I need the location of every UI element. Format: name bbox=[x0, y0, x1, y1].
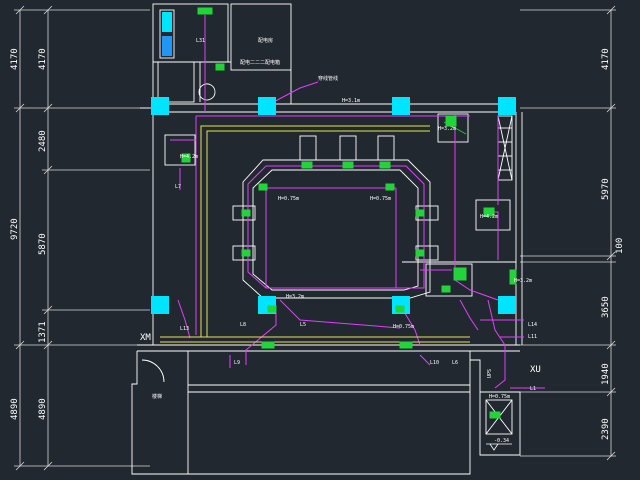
dim-left-inner-2: 2480 bbox=[38, 130, 48, 152]
grid-label-xm: XM bbox=[140, 333, 151, 343]
device-top-breaker bbox=[197, 7, 213, 15]
label-l7: L7 bbox=[175, 184, 181, 190]
elevation-top: H=3.1m bbox=[342, 98, 360, 104]
label-l1: L1 bbox=[530, 386, 536, 392]
label-ups: UPS bbox=[487, 369, 493, 378]
elevation-1: H=0.75m bbox=[278, 196, 299, 202]
column-a1 bbox=[151, 97, 169, 115]
left-dimension-text: 4170 9720 4890 4170 2480 5870 1371 4890 bbox=[10, 48, 48, 420]
elevation-6: H=3.2m bbox=[286, 294, 304, 300]
dim-right-4: 3650 bbox=[601, 296, 611, 318]
dim-left-outer-3: 4890 bbox=[10, 398, 20, 420]
pipe-note: 穿线管线 bbox=[318, 75, 338, 82]
column-a2 bbox=[258, 97, 276, 115]
dim-left-inner-3: 5870 bbox=[38, 233, 48, 255]
label-stair: 楼梯 bbox=[152, 393, 162, 400]
cabinet-blue-2 bbox=[162, 36, 172, 56]
column-b1 bbox=[151, 296, 169, 314]
column-b4 bbox=[498, 296, 516, 314]
label-l13: L13 bbox=[180, 326, 189, 332]
label-l5: L5 bbox=[300, 322, 306, 328]
dim-right-6: 2390 bbox=[601, 418, 611, 440]
elevation-8: H=3.2m bbox=[514, 278, 532, 284]
right-dimension-text: 4170 5970 100 3650 1940 2390 bbox=[601, 48, 625, 440]
elevation-9: H=0.75m bbox=[489, 394, 510, 400]
label-l8: L8 bbox=[240, 322, 246, 328]
elevation-4: H=3.2m bbox=[438, 126, 456, 132]
elevation-5: H=4.2m bbox=[480, 214, 498, 220]
building-walls bbox=[131, 3, 523, 475]
dim-right-5: 1940 bbox=[601, 363, 611, 385]
room-label-top: 配电房 bbox=[258, 37, 273, 44]
dim-left-inner-4: 1371 bbox=[38, 321, 48, 343]
dim-right-2: 5970 bbox=[601, 178, 611, 200]
magenta-wiring bbox=[170, 15, 545, 389]
level-marker bbox=[486, 443, 512, 451]
dim-left-outer-1: 4170 bbox=[10, 48, 20, 70]
dim-left-inner-5: 4890 bbox=[38, 398, 48, 420]
room-note: 配电二二二配电箱 bbox=[240, 59, 280, 66]
elevation-3: H=4.2m bbox=[180, 154, 198, 160]
label-l10: L10 bbox=[430, 360, 439, 366]
label-l31: L31 bbox=[196, 38, 205, 44]
elevation-2: H=0.75m bbox=[370, 196, 391, 202]
label-l6: L6 bbox=[452, 360, 458, 366]
column-a4 bbox=[498, 97, 516, 115]
dim-left-inner-1: 4170 bbox=[38, 48, 48, 70]
label-l11: L11 bbox=[528, 334, 537, 340]
dim-left-outer-2: 9720 bbox=[10, 218, 20, 240]
grid-label-xu: XU bbox=[530, 365, 541, 375]
label-l9: L9 bbox=[234, 360, 240, 366]
column-a3 bbox=[392, 97, 410, 115]
label-l14: L14 bbox=[528, 322, 537, 328]
left-dimension-chain bbox=[14, 5, 150, 471]
level-bottom: -0.34 bbox=[494, 438, 509, 444]
dim-right-1: 4170 bbox=[601, 48, 611, 70]
cad-drawing: 4170 9720 4890 4170 2480 5870 1371 4890 … bbox=[10, 3, 625, 475]
cabinet-blue bbox=[162, 12, 172, 32]
dim-right-3: 100 bbox=[615, 238, 625, 254]
elevation-7: H=0.75m bbox=[393, 324, 414, 330]
green-devices bbox=[181, 7, 517, 419]
